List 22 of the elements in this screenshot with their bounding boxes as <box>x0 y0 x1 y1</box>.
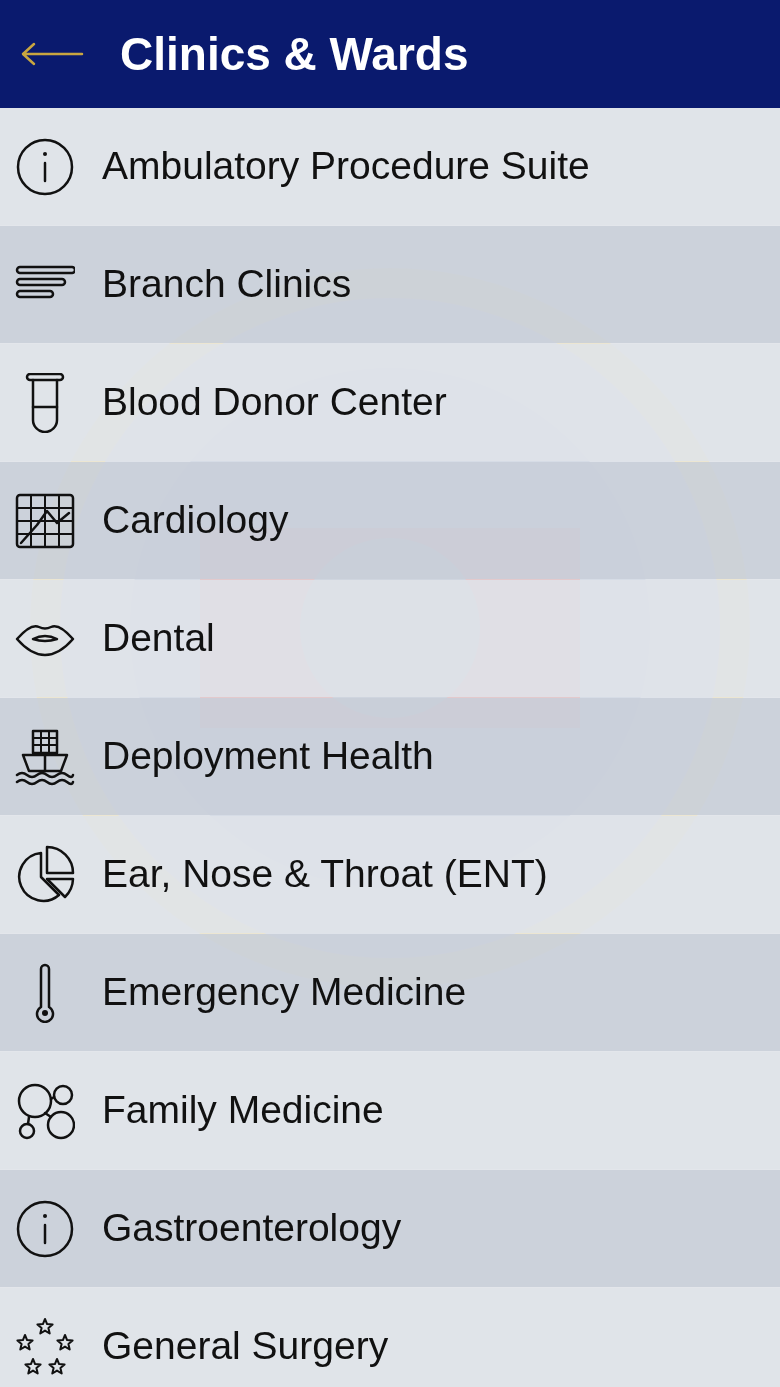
item-label: General Surgery <box>102 1323 389 1370</box>
list-item[interactable]: Emergency Medicine <box>0 934 780 1051</box>
list-item[interactable]: Cardiology <box>0 462 780 579</box>
info-icon <box>15 136 75 197</box>
item-label: Blood Donor Center <box>102 379 447 426</box>
back-arrow-icon <box>20 42 84 66</box>
item-label: Family Medicine <box>102 1087 384 1134</box>
item-label: Ambulatory Procedure Suite <box>102 143 590 190</box>
list-item[interactable]: Gastroenterology <box>0 1170 780 1287</box>
pie-chart-icon <box>15 844 75 905</box>
page-title: Clinics & Wards <box>120 26 469 82</box>
item-label: Dental <box>102 615 215 662</box>
item-label: Emergency Medicine <box>102 969 467 1016</box>
item-label: Branch Clinics <box>102 261 352 308</box>
item-label: Ear, Nose & Throat (ENT) <box>102 851 548 898</box>
info-icon <box>15 1198 75 1259</box>
stars-icon <box>15 1316 75 1377</box>
list-item[interactable]: Branch Clinics <box>0 226 780 343</box>
item-label: Deployment Health <box>102 733 434 780</box>
item-label: Gastroenterology <box>102 1205 402 1252</box>
list-item[interactable]: Deployment Health <box>0 698 780 815</box>
item-label: Cardiology <box>102 497 289 544</box>
